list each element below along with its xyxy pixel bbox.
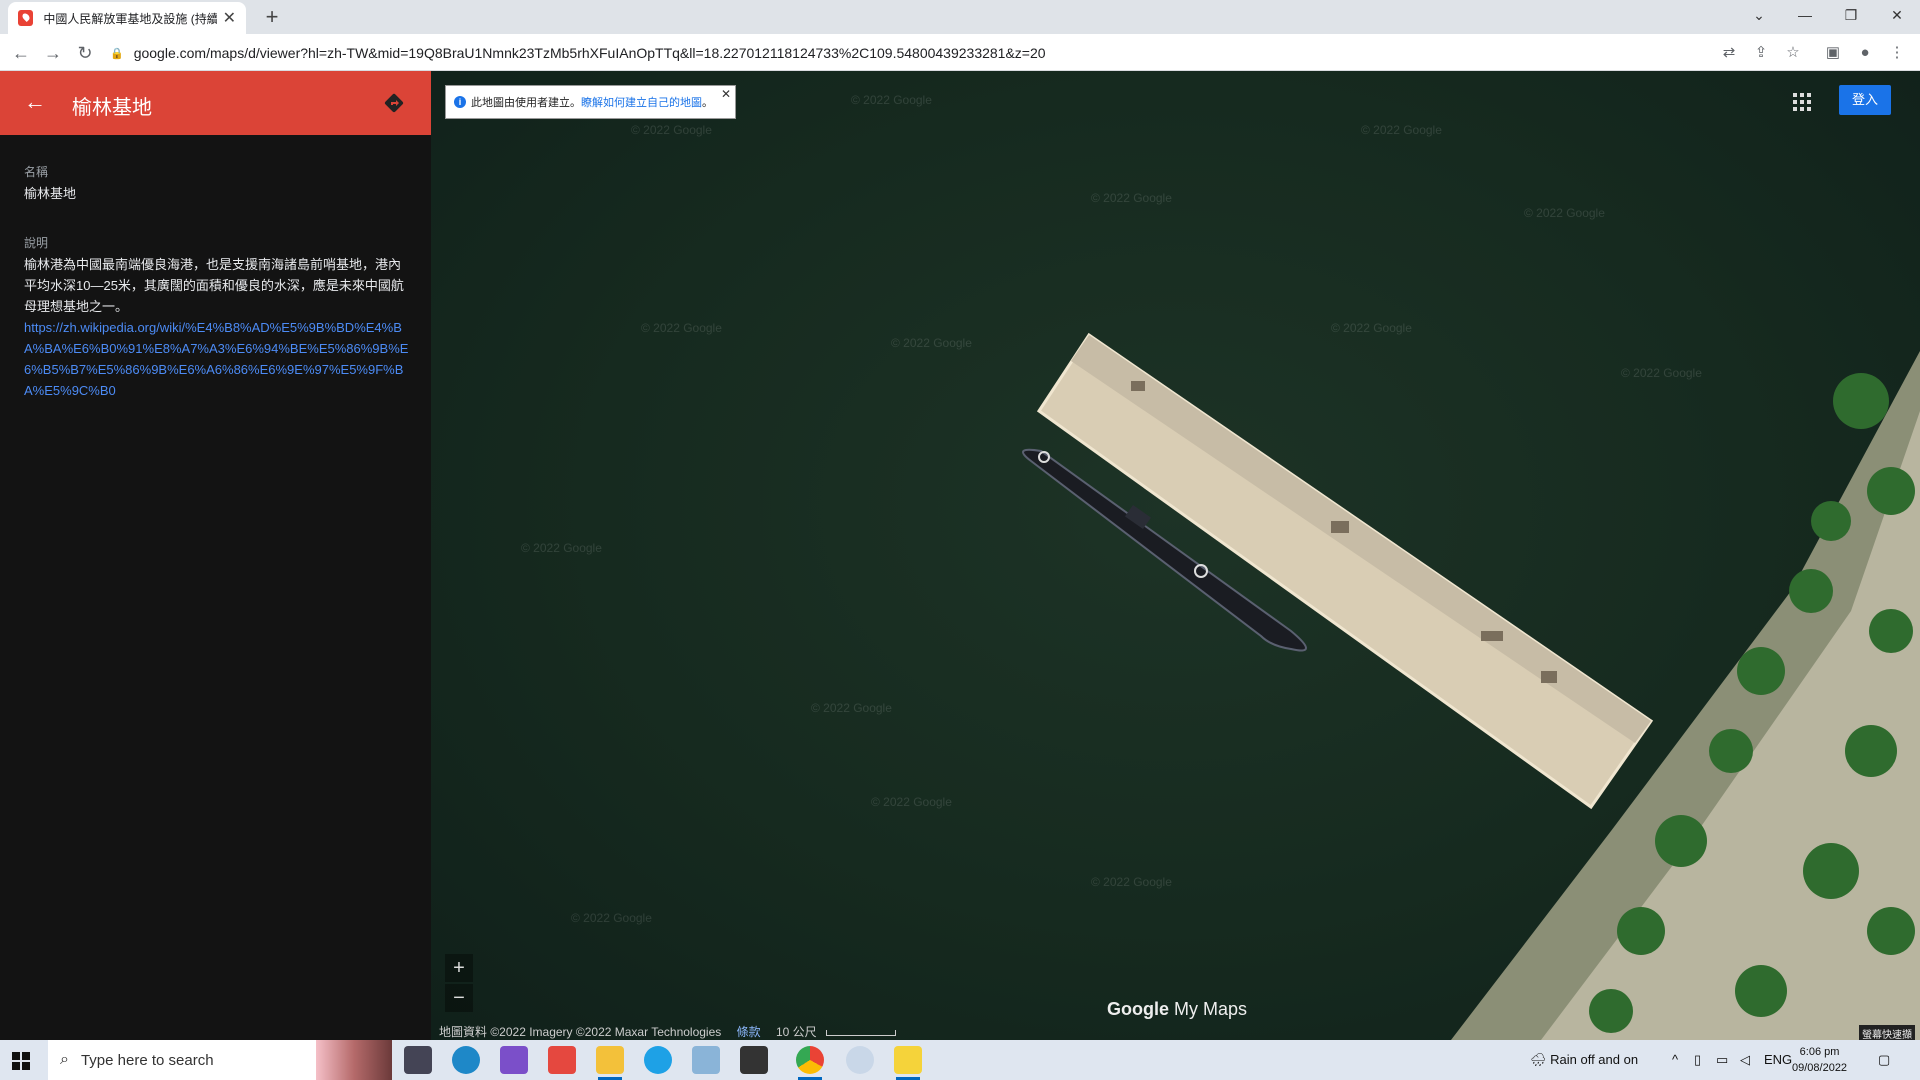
task-view-icon[interactable] [404,1046,432,1074]
scale-bar [826,1029,896,1036]
url-text: google.com/maps/d/viewer?hl=zh-TW&mid=19… [133,45,1046,61]
name-label: 名稱 [24,165,49,179]
description-text: 榆林港為中國最南端優良海港，也是支援南海諸島前哨基地，港內平均水深10—25米，… [24,257,404,314]
back-icon[interactable]: ← [8,40,34,66]
weather-widget[interactable]: 🌧 Rain off and on [1530,1040,1638,1080]
imagery-watermark: © 2022 Google [1091,191,1172,205]
notice-tail: 。 [702,97,713,109]
browser-tab[interactable]: 中國人民解放軍基地及設施 (持續 ✕ [8,2,246,34]
zoom-out-button[interactable]: − [445,984,473,1012]
terms-link[interactable]: 條款 [737,1025,761,1039]
clock-time: 6:06 pm [1799,1046,1840,1058]
notifications-icon[interactable]: ▢ [1878,1040,1890,1080]
google-maps-favicon-icon [18,10,34,26]
windows-taskbar: ⌕ Type here to search 🌧 Rain off and on … [0,1040,1920,1080]
new-tab-button[interactable]: + [258,4,286,32]
network-icon[interactable]: ▭ [1716,1040,1728,1080]
google-my-maps-logo: Google My Maps [1107,999,1247,1020]
forward-icon[interactable]: → [40,40,66,66]
file-explorer-icon[interactable] [596,1046,624,1080]
user-map-notice: i 此地圖由使用者建立。 瞭解如何建立自己的地圖 。 ✕ [445,85,736,119]
volume-icon[interactable]: ◁ [1740,1040,1750,1080]
imagery-watermark: © 2022 Google [811,701,892,715]
imagery-watermark: © 2022 Google [1091,875,1172,889]
imagery-watermark: © 2022 Google [641,321,722,335]
rain-cloud-icon: 🌧 [1530,1052,1551,1067]
sign-in-button[interactable]: 登入 [1839,85,1891,115]
tab-title: 中國人民解放軍基地及設施 (持續 [43,11,217,26]
menu-kebab-icon[interactable]: ⋮ [1886,42,1908,64]
close-window-button[interactable]: ✕ [1874,0,1920,30]
satellite-map[interactable]: © 2022 Google © 2022 Google © 2022 Googl… [431,71,1920,1040]
logo-google-text: Google [1107,999,1169,1019]
logo-mymaps-text: My Maps [1174,999,1248,1019]
system-clock[interactable]: 6:06 pm 09/08/2022 [1792,1044,1847,1076]
bookmark-star-icon[interactable]: ☆ [1782,42,1804,64]
imagery-watermark: © 2022 Google [1621,366,1702,380]
translate-icon[interactable]: ⇄ [1718,42,1740,64]
profile-avatar-icon[interactable]: ● [1854,42,1876,64]
wikipedia-link[interactable]: https://zh.wikipedia.org/wiki/%E4%B8%AD%… [24,320,408,398]
tray-chevron-icon[interactable]: ^ [1672,1040,1678,1080]
imagery-watermark: © 2022 Google [631,123,712,137]
imagery-watermark: © 2022 Google [1361,123,1442,137]
notice-text: 此地圖由使用者建立。 [471,97,581,109]
search-placeholder: Type here to search [80,1051,214,1069]
imagery-watermark: © 2022 Google [851,93,932,107]
battery-icon[interactable]: ▯ [1694,1040,1701,1080]
address-toolbar: ← → ↻ 🔒 google.com/maps/d/viewer?hl=zh-T… [0,34,1920,71]
clock-date: 09/08/2022 [1792,1062,1848,1074]
tab-search-icon[interactable]: ⌄ [1736,0,1782,30]
imagery-watermark: © 2022 Google [1524,206,1605,220]
tab-strip: 中國人民解放軍基地及設施 (持續 ✕ + ⌄ — ❐ ✕ [0,0,1920,34]
visual-studio-icon[interactable] [500,1046,528,1074]
taskbar-search[interactable]: ⌕ Type here to search [48,1040,392,1080]
minimize-button[interactable]: — [1782,0,1828,30]
anydesk-icon[interactable] [548,1046,576,1074]
feature-detail-panel: ← 榆林基地 名稱 榆林基地 說明 榆林港為中國最南端優良海港，也是支援南海諸島… [0,71,431,1040]
terminal-icon[interactable] [740,1046,768,1074]
name-value: 榆林基地 [24,186,77,201]
app-icon[interactable] [692,1046,720,1074]
windows-start-icon[interactable] [12,1052,30,1070]
description-label: 說明 [24,236,49,250]
directions-icon[interactable] [382,91,406,115]
sticky-notes-icon[interactable] [894,1046,922,1080]
restore-button[interactable]: ❐ [1828,0,1874,30]
chrome-icon[interactable] [796,1046,824,1080]
share-icon[interactable]: ⇪ [1750,42,1772,64]
snipping-tool-icon[interactable] [846,1046,874,1074]
corner-badge: 螢幕快速擷 [1859,1025,1915,1040]
imagery-watermark: © 2022 Google [571,911,652,925]
learn-create-map-link[interactable]: 瞭解如何建立自己的地圖 [581,94,702,110]
google-apps-grid-icon[interactable] [1793,93,1811,111]
scale-label[interactable]: 10 公尺 [776,1025,817,1039]
map-attribution: 地圖資料 ©2022 Imagery ©2022 Maxar Technolog… [439,1023,896,1040]
attribution-text: 地圖資料 ©2022 Imagery ©2022 Maxar Technolog… [439,1025,722,1039]
panel-back-arrow-icon[interactable]: ← [22,89,48,115]
imagery-watermark: © 2022 Google [871,795,952,809]
search-highlight-image [316,1040,392,1080]
search-icon: ⌕ [60,1051,69,1068]
reload-icon[interactable]: ↻ [72,40,98,66]
weather-text: Rain off and on [1550,1052,1639,1067]
panel-header: ← 榆林基地 [0,71,431,135]
lock-icon: 🔒 [110,47,124,60]
zoom-in-button[interactable]: + [445,954,473,982]
description-body: 榆林港為中國最南端優良海港，也是支援南海諸島前哨基地，港內平均水深10—25米，… [24,254,409,401]
imagery-watermark: © 2022 Google [1331,321,1412,335]
edge-icon[interactable] [452,1046,480,1074]
info-icon: i [454,96,466,108]
imagery-watermark: © 2022 Google [891,336,972,350]
skype-icon[interactable] [644,1046,672,1074]
close-icon[interactable]: ✕ [721,87,731,101]
language-indicator[interactable]: ENG [1764,1040,1792,1080]
panel-title: 榆林基地 [72,97,152,119]
tab-close-icon[interactable]: ✕ [223,8,236,28]
url-bar[interactable]: 🔒 google.com/maps/d/viewer?hl=zh-TW&mid=… [110,39,1710,67]
satellite-imagery [1022,332,1920,1040]
sidebar-icon[interactable]: ▣ [1822,42,1844,64]
imagery-watermark: © 2022 Google [521,541,602,555]
